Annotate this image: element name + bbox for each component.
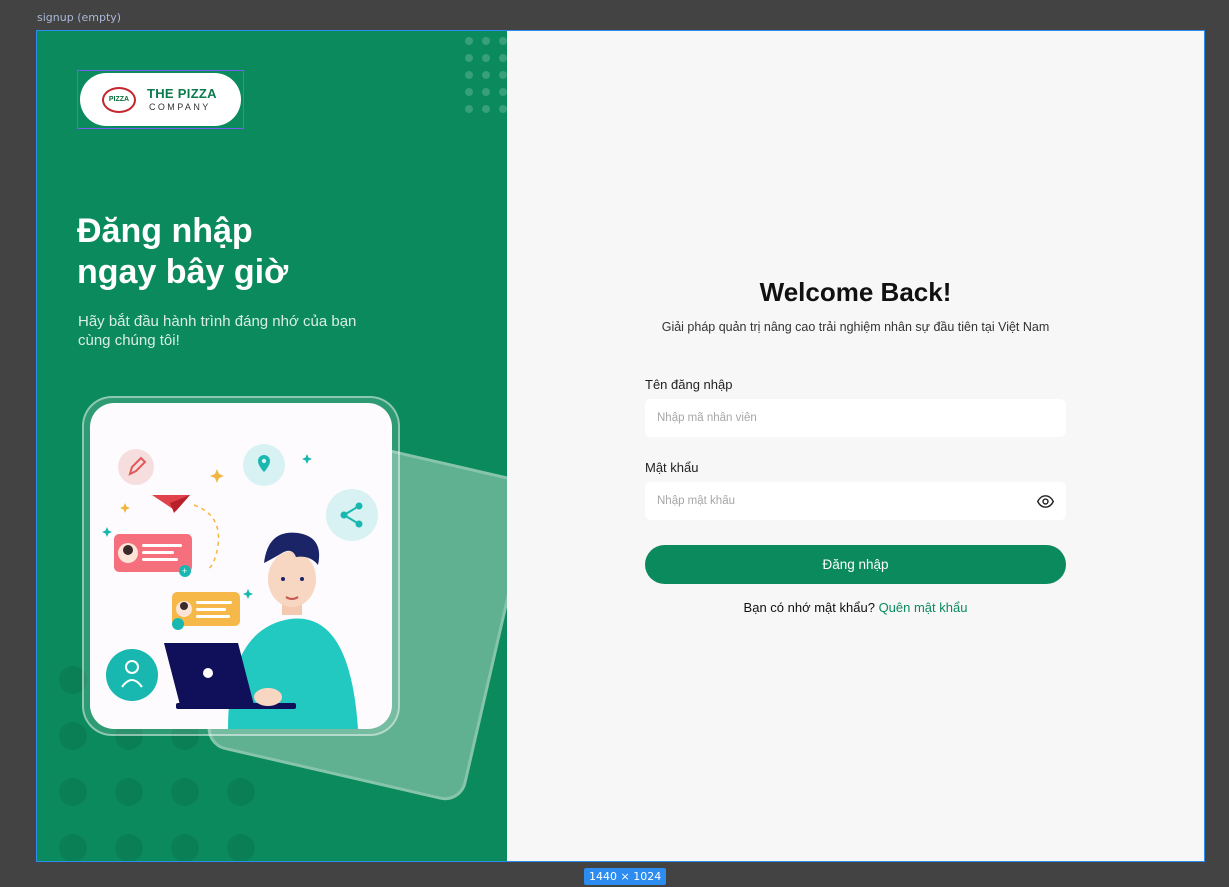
brand-logo: PIZZA THE PIZZA COMPANY — [80, 73, 241, 126]
hero-subtitle: Hãy bắt đầu hành trình đáng nhớ của bạn … — [78, 313, 357, 349]
left-panel: PIZZA THE PIZZA COMPANY Đăng nhập ngay b… — [37, 31, 507, 861]
pencil-icon — [118, 449, 154, 485]
location-icon — [243, 444, 285, 486]
username-label: Tên đăng nhập — [645, 377, 733, 392]
logo-line-1: THE PIZZA — [147, 86, 217, 101]
eye-icon[interactable] — [1037, 493, 1054, 510]
frame-size-badge: 1440 × 1024 — [584, 868, 667, 885]
username-input[interactable] — [645, 399, 1066, 437]
password-label: Mật khẩu — [645, 460, 699, 475]
password-input[interactable] — [645, 482, 1066, 520]
forgot-password-row: Bạn có nhớ mật khẩu? Quên mật khẩu — [645, 600, 1066, 615]
chat-card: + — [114, 534, 192, 577]
svg-text:+: + — [182, 566, 187, 576]
hero-title: Đăng nhập ngay bây giờ — [77, 212, 289, 291]
chat-card — [172, 592, 240, 630]
forgot-password-link[interactable]: Quên mật khẩu — [879, 600, 968, 615]
illustration: + — [90, 403, 392, 729]
decorative-dots-top — [465, 37, 507, 113]
welcome-heading: Welcome Back! — [759, 277, 952, 307]
forgot-prompt: Bạn có nhớ mật khẩu? — [743, 600, 875, 615]
user-icon — [106, 649, 158, 701]
logo-badge-text: PIZZA — [108, 96, 130, 103]
frame-label: signup (empty) — [37, 11, 122, 24]
password-field — [645, 482, 1066, 520]
signup-frame: PIZZA THE PIZZA COMPANY Đăng nhập ngay b… — [36, 30, 1205, 862]
share-icon — [326, 489, 378, 541]
logo-line-2: COMPANY — [149, 102, 211, 112]
person-illustration — [164, 532, 358, 729]
tagline: Giải pháp quản trị nâng cao trải nghiệm … — [661, 320, 1050, 334]
login-panel: Welcome Back! Giải pháp quản trị nâng ca… — [507, 31, 1204, 861]
login-button[interactable]: Đăng nhập — [645, 545, 1066, 584]
logo-selection[interactable]: PIZZA THE PIZZA COMPANY — [77, 70, 244, 129]
logo-badge: PIZZA — [102, 86, 136, 113]
